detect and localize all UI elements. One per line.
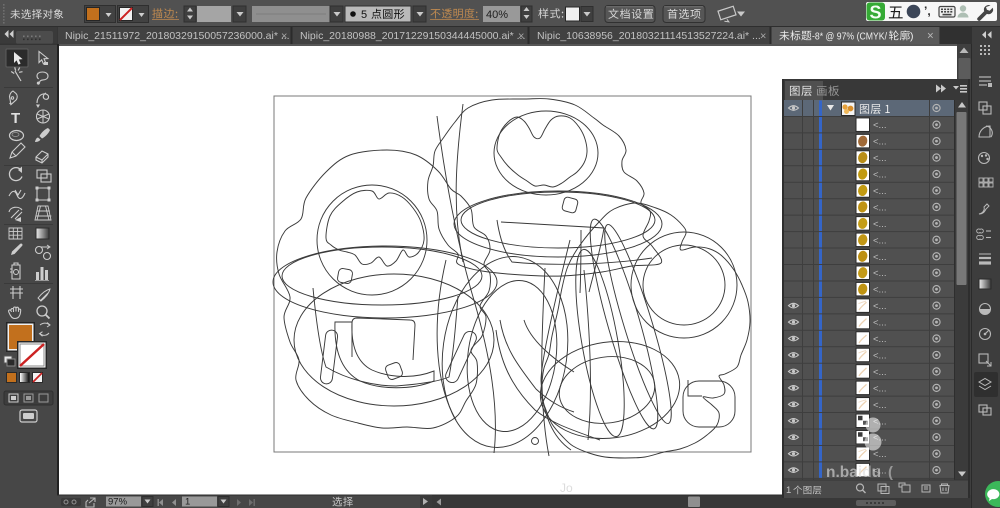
svg-text:<...: <... xyxy=(873,202,886,213)
svg-text:<...: <... xyxy=(873,153,886,164)
svg-text:<...: <... xyxy=(873,170,886,181)
svg-text:’,: ’, xyxy=(924,4,931,18)
svg-text:<...: <... xyxy=(873,120,886,131)
svg-text:(: ( xyxy=(888,464,893,481)
svg-text:<...: <... xyxy=(873,350,886,361)
svg-text:Nipic_21511972_201803291500572: Nipic_21511972_20180329150057236000.ai* … xyxy=(65,30,290,42)
svg-text:<...: <... xyxy=(873,383,886,394)
svg-text:<...: <... xyxy=(873,235,886,246)
svg-text:<...: <... xyxy=(873,318,886,329)
svg-text:<...: <... xyxy=(873,219,886,230)
svg-text:97%: 97% xyxy=(108,497,128,508)
svg-text:1: 1 xyxy=(185,497,190,508)
svg-text:<...: <... xyxy=(873,285,886,296)
svg-text:×: × xyxy=(760,31,766,43)
svg-text:Nipic_10638956_201803211145135: Nipic_10638956_20180321114513527224.ai* … xyxy=(537,30,761,42)
svg-text:×: × xyxy=(927,31,934,43)
svg-text:Nipic_20180988_201712291503444: Nipic_20180988_20171229150344445000.ai* … xyxy=(300,30,525,42)
svg-text:T: T xyxy=(11,110,20,127)
svg-text:S: S xyxy=(869,2,881,22)
svg-text:n.baidu: n.baidu xyxy=(826,464,881,481)
svg-text:<...: <... xyxy=(873,367,886,378)
svg-text:<...: <... xyxy=(873,400,886,411)
svg-text:×: × xyxy=(281,31,287,43)
svg-text:5: 5 xyxy=(361,9,367,21)
svg-text:<...: <... xyxy=(873,252,886,263)
svg-text:×: × xyxy=(518,31,524,43)
svg-text:1: 1 xyxy=(786,485,791,496)
svg-text:-8* @ 97% (CMYK/: -8* @ 97% (CMYK/ xyxy=(812,31,887,43)
svg-text:): ) xyxy=(910,31,914,43)
svg-text:<...: <... xyxy=(873,268,886,279)
svg-text:<...: <... xyxy=(873,301,886,312)
svg-text:<...: <... xyxy=(873,334,886,345)
svg-text:<...: <... xyxy=(873,137,886,148)
svg-text:40%: 40% xyxy=(486,9,508,21)
svg-text:<...: <... xyxy=(873,449,886,460)
svg-text:Jο: Jο xyxy=(560,481,573,495)
svg-text:<...: <... xyxy=(873,186,886,197)
